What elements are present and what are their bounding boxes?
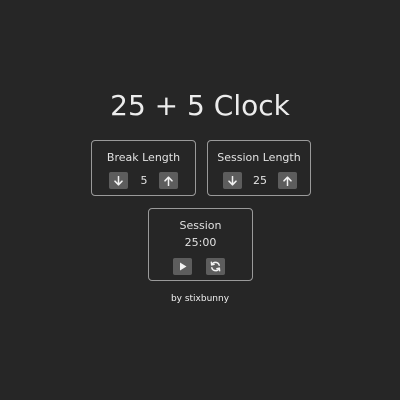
break-length-label: Break Length	[106, 151, 181, 164]
play-button[interactable]	[173, 258, 192, 275]
session-length-panel: Session Length 25	[207, 140, 311, 196]
session-length-value: 25	[253, 174, 267, 187]
break-decrement-button[interactable]	[109, 172, 128, 189]
arrow-down-icon	[228, 175, 237, 186]
author-credit: by stixbunny	[170, 294, 230, 304]
play-icon	[179, 262, 187, 271]
break-increment-button[interactable]	[159, 172, 178, 189]
reset-button[interactable]	[206, 258, 225, 275]
page-title: 25 + 5 Clock	[110, 89, 290, 122]
session-length-label: Session Length	[217, 151, 301, 164]
arrow-down-icon	[114, 175, 123, 186]
session-decrement-button[interactable]	[223, 172, 242, 189]
arrow-up-icon	[164, 175, 173, 186]
timer-panel: Session 25:00	[148, 208, 253, 281]
session-increment-button[interactable]	[278, 172, 297, 189]
break-length-panel: Break Length 5	[91, 140, 196, 196]
timer-display: 25:00	[184, 236, 217, 249]
arrow-up-icon	[283, 175, 292, 186]
clock-app: 25 + 5 Clock Break Length 5 Session Leng…	[0, 0, 400, 400]
timer-label: Session	[179, 219, 222, 232]
refresh-icon	[210, 261, 221, 272]
break-length-value: 5	[140, 174, 148, 187]
